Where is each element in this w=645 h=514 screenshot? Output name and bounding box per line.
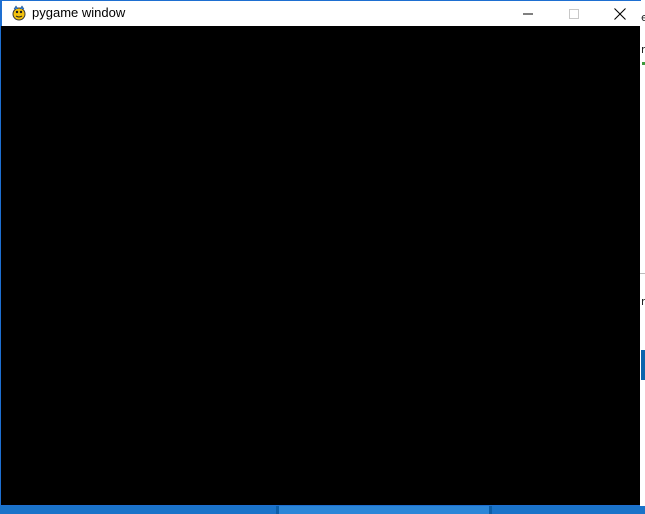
maximize-button[interactable] [551,1,597,27]
desktop: e r r pygame window [0,0,645,514]
taskbar-button[interactable] [279,506,489,514]
title-bar[interactable]: pygame window [1,0,641,26]
window-title: pygame window [32,5,126,20]
close-button[interactable] [597,1,643,27]
background-window-char: r [641,43,645,56]
pygame-window: pygame window [0,0,641,506]
background-window-divider [640,273,645,274]
pygame-snake-icon [11,5,27,21]
background-window[interactable] [640,0,645,514]
taskbar-button[interactable] [492,506,645,514]
background-window-scrollbar[interactable] [641,350,645,380]
maximize-icon [569,9,579,19]
minimize-icon [523,13,533,15]
minimize-button[interactable] [505,1,551,27]
game-canvas[interactable] [2,26,640,505]
background-window-char: r [641,295,645,308]
taskbar-button[interactable] [0,506,276,514]
close-icon [614,8,626,20]
